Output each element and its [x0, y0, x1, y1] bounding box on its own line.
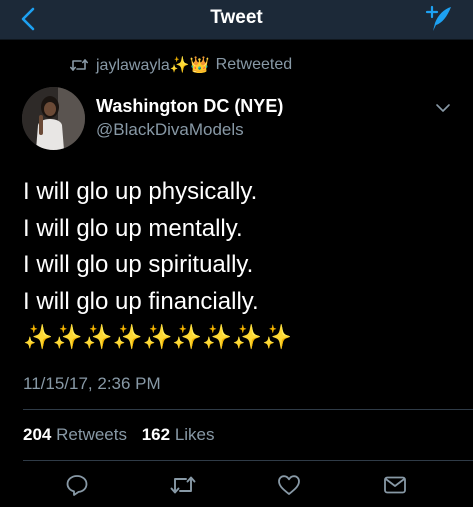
- tweet-line: I will glo up financially.: [23, 287, 259, 315]
- chevron-down-icon: [436, 104, 450, 112]
- more-options-button[interactable]: [433, 100, 453, 116]
- author-handle[interactable]: @BlackDivaModels: [96, 120, 244, 140]
- like-button[interactable]: [276, 472, 302, 498]
- tweet-line: I will glo up mentally.: [23, 214, 243, 242]
- tweet-line: ✨✨✨✨✨✨✨✨✨: [23, 324, 292, 351]
- retweet-button[interactable]: [170, 472, 196, 498]
- retweets-count[interactable]: 204: [23, 425, 51, 444]
- direct-message-button[interactable]: [382, 472, 408, 498]
- retweet-icon: [170, 476, 196, 494]
- compose-tweet-button[interactable]: [423, 3, 455, 35]
- navigation-bar: Tweet: [0, 0, 473, 40]
- reply-button[interactable]: [64, 472, 90, 498]
- compose-tweet-icon: [425, 5, 451, 31]
- tweet-text: I will glo up physically. I will glo up …: [23, 174, 292, 357]
- retweeter-name: jaylawayla✨👑: [96, 57, 210, 74]
- like-icon: [278, 475, 300, 495]
- direct-message-icon: [384, 476, 406, 494]
- tweet-timestamp: 11/15/17, 2:36 PM: [23, 374, 161, 393]
- tweet-line: I will glo up spiritually.: [23, 251, 254, 278]
- divider: [23, 409, 473, 410]
- retweet-small-icon: [70, 58, 88, 72]
- divider: [23, 460, 473, 461]
- tweet-line: I will glo up physically.: [23, 178, 258, 205]
- page-title: Tweet: [210, 7, 263, 28]
- author-display-name[interactable]: Washington DC (NYE): [96, 96, 283, 117]
- likes-label[interactable]: Likes: [175, 425, 215, 444]
- avatar[interactable]: [22, 87, 85, 150]
- engagement-stats: 204 Retweets 162 Likes: [23, 425, 215, 445]
- reply-icon: [66, 475, 88, 496]
- likes-count[interactable]: 162: [142, 425, 170, 444]
- retweeted-label: Retweeted: [215, 56, 293, 73]
- retweets-label[interactable]: Retweets: [56, 425, 127, 444]
- retweet-context[interactable]: jaylawayla✨👑 Retweeted: [70, 54, 292, 76]
